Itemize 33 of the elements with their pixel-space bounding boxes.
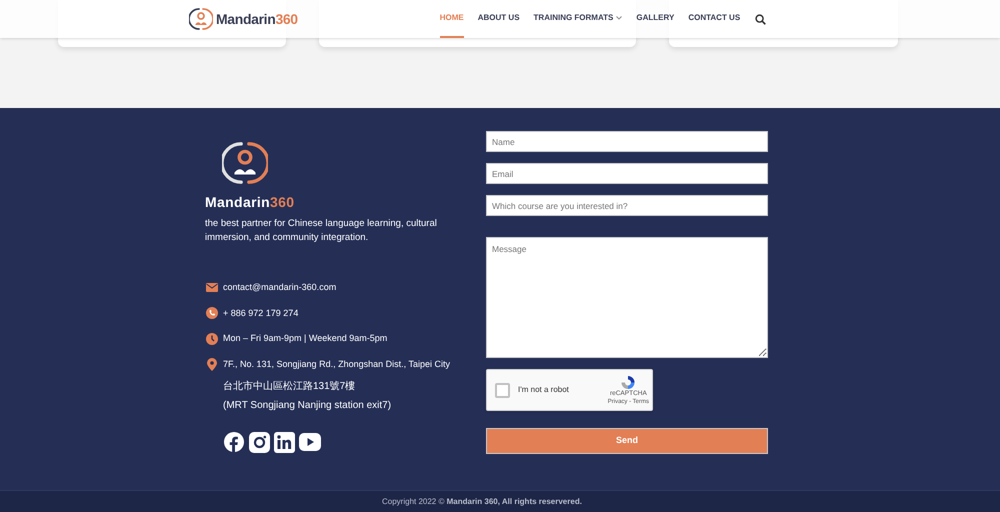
tagline: the best partner for Chinese language learning, cultural immersion, and community integration. bbox=[205, 217, 438, 245]
youtube-icon[interactable] bbox=[299, 433, 321, 451]
contact-text: Mon – Fri 9am-9pm | Weekend 9am-5pm bbox=[223, 332, 388, 345]
contact-text: 7F., No. 131, Songjiang Rd., Zhongshan Dist., Taipei City bbox=[223, 358, 450, 371]
nav-link[interactable]: TRAINING FORMATS bbox=[534, 0, 622, 38]
logo-icon bbox=[222, 140, 268, 186]
message-field[interactable]: Message bbox=[486, 237, 768, 358]
instagram-icon[interactable] bbox=[249, 432, 270, 452]
input-field[interactable]: Which course are you interested in? bbox=[486, 195, 768, 216]
location-pin-icon bbox=[206, 358, 216, 371]
search-icon[interactable] bbox=[755, 14, 766, 24]
logo-text: Mandarin360 bbox=[216, 10, 298, 28]
input-field[interactable]: Email bbox=[486, 163, 768, 184]
checkbox[interactable] bbox=[495, 382, 510, 398]
linkedin-icon[interactable] bbox=[274, 432, 295, 452]
recaptcha-logo-icon bbox=[620, 374, 636, 390]
email-link[interactable]: contact@mandarin-360.com bbox=[223, 281, 336, 294]
address-text: (MRT Songjiang Nanjing station exit7) bbox=[223, 399, 392, 413]
chevron-down-icon bbox=[616, 16, 622, 20]
contact-text: + 886 972 179 274 bbox=[223, 306, 298, 320]
nav-link[interactable]: ABOUT US bbox=[478, 0, 520, 38]
phone-icon bbox=[206, 307, 218, 320]
nav-link[interactable]: CONTACT US bbox=[688, 0, 740, 38]
address-text: 台北市中山區松江路131號7樓 bbox=[223, 380, 356, 394]
logo-icon bbox=[189, 7, 213, 31]
input-field[interactable]: Name bbox=[486, 131, 768, 152]
nav-link[interactable]: GALLERY bbox=[636, 0, 674, 38]
logo-text: Mandarin360 bbox=[205, 193, 294, 212]
checkbox-label: I'm not a robot bbox=[518, 384, 569, 396]
copyright-text: Copyright 2022 © Mandarin 360, All rights reservered. bbox=[382, 496, 582, 508]
clock-icon bbox=[206, 332, 218, 345]
envelope-icon bbox=[206, 283, 218, 292]
facebook-icon[interactable] bbox=[223, 431, 245, 453]
